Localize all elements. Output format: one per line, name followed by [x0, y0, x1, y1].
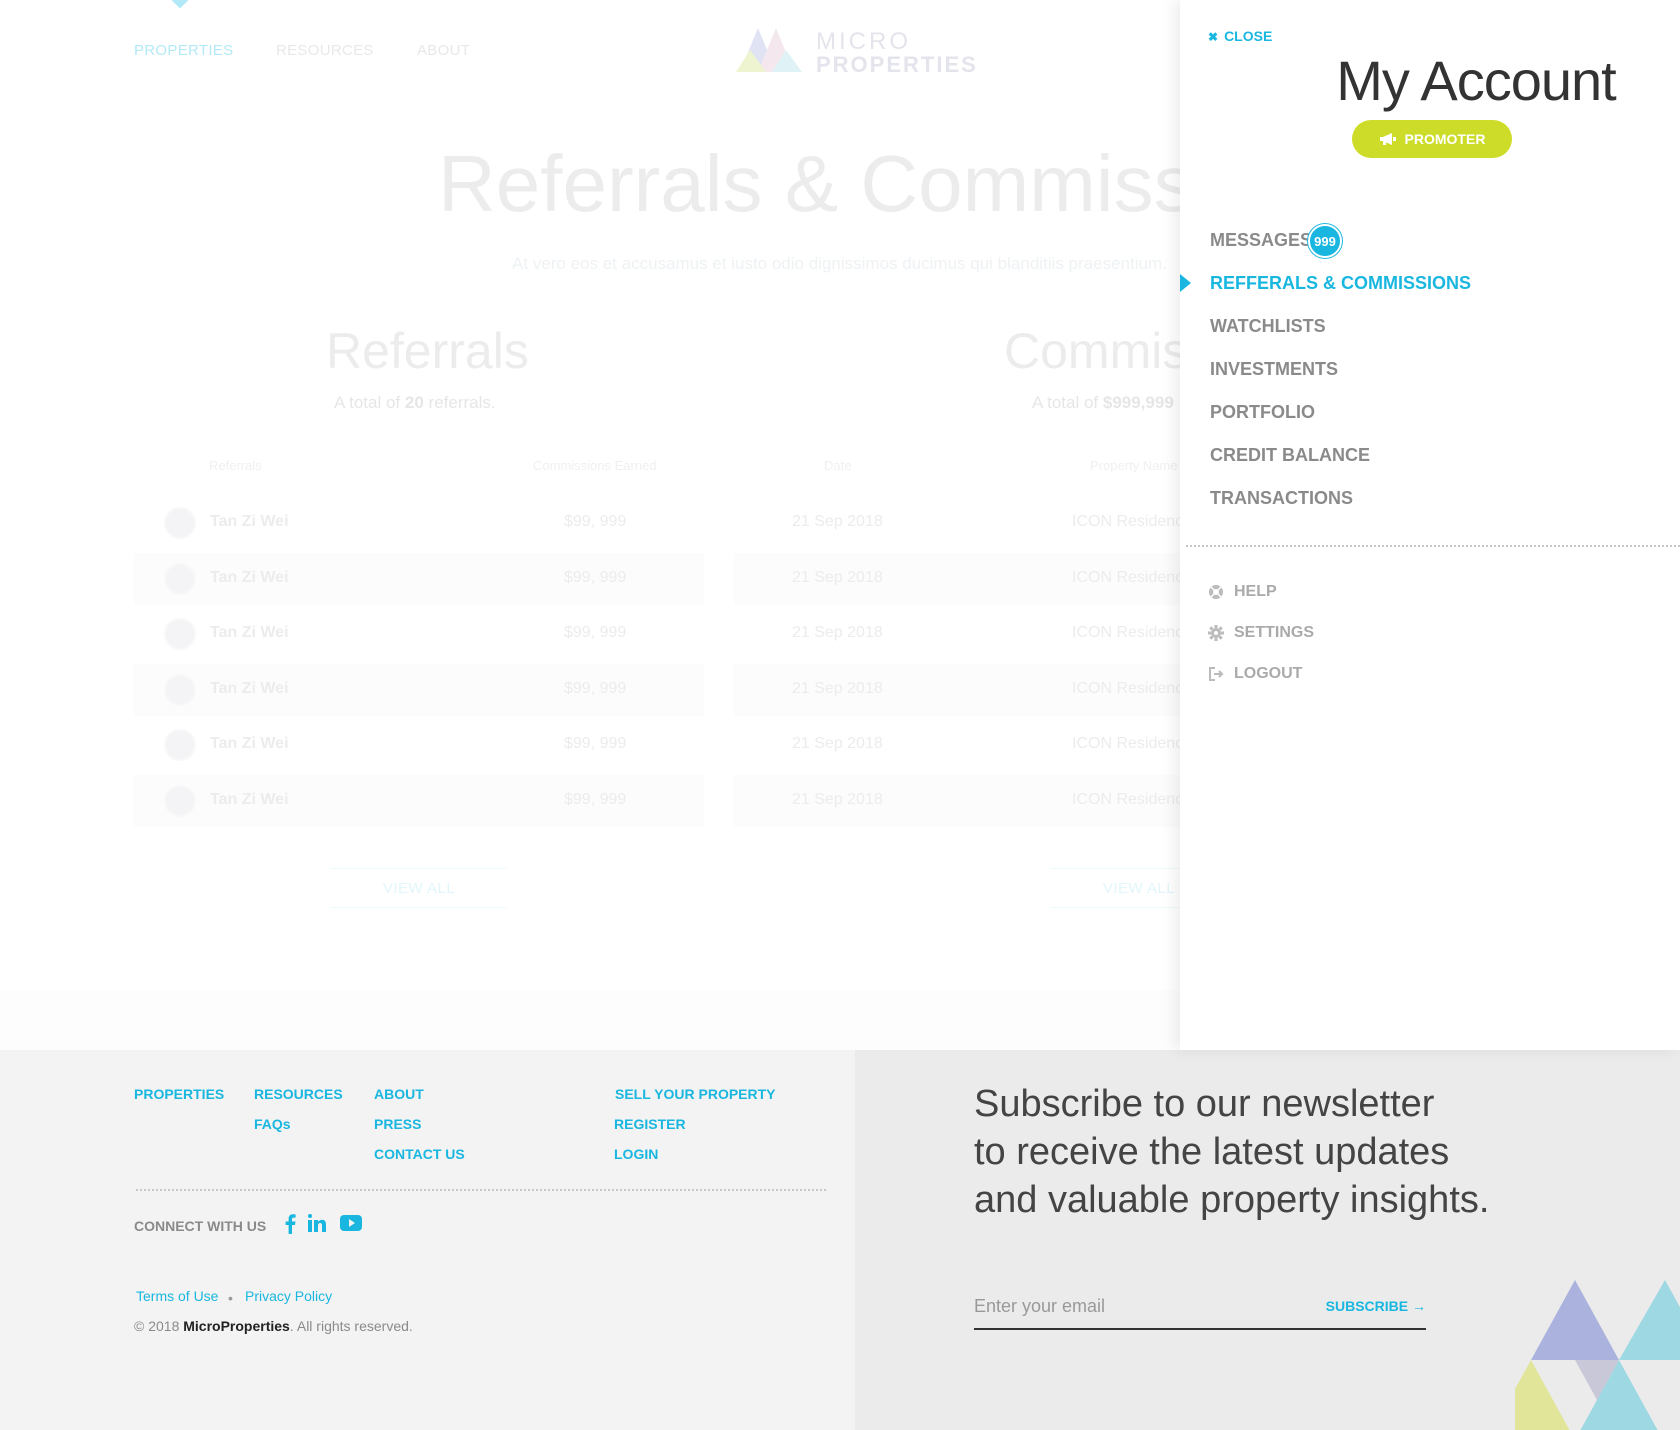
referral-row: Tan Zi Wei $99, 999 — [134, 497, 704, 549]
facebook-icon[interactable] — [284, 1214, 296, 1240]
promoter-badge[interactable]: PROMOTER — [1352, 120, 1512, 158]
nav-properties[interactable]: PROPERTIES — [134, 42, 233, 59]
megaphone-icon — [1379, 133, 1396, 145]
menu-watchlists[interactable]: WATCHLISTS — [1210, 316, 1326, 337]
referral-name: Tan Zi Wei — [210, 513, 289, 530]
col-property-name: Property Name — [1090, 458, 1178, 473]
commission-earned: $99, 999 — [564, 735, 627, 752]
logo[interactable]: MICRO PROPERTIES — [736, 26, 976, 77]
footer-link-login[interactable]: LOGIN — [614, 1146, 658, 1162]
referral-row: Tan Zi Wei $99, 999 — [134, 552, 704, 605]
referral-name: Tan Zi Wei — [210, 568, 289, 586]
commission-earned: $99, 999 — [564, 624, 627, 641]
menu-investments[interactable]: INVESTMENTS — [1210, 359, 1338, 380]
active-indicator-icon — [1180, 274, 1191, 292]
referral-name: Tan Zi Wei — [210, 735, 289, 752]
footer-link-sell-property[interactable]: SELL YOUR PROPERTY — [615, 1086, 776, 1102]
commission-row: 21 Sep 2018 ICON Residences — [734, 608, 1200, 660]
help-icon — [1209, 585, 1223, 599]
commission-date: 21 Sep 2018 — [792, 790, 883, 808]
footer-link-register[interactable]: REGISTER — [614, 1116, 686, 1132]
logout-icon — [1209, 667, 1224, 681]
commission-earned: $99, 999 — [564, 679, 627, 697]
referrals-title: Referrals — [326, 323, 529, 379]
menu-credit-balance[interactable]: CREDIT BALANCE — [1210, 445, 1370, 466]
commission-row: 21 Sep 2018 ICON Residences — [734, 774, 1200, 827]
referral-row: Tan Zi Wei $99, 999 — [134, 663, 704, 716]
help-link[interactable]: HELP — [1208, 583, 1277, 601]
menu-messages[interactable]: MESSAGES — [1210, 230, 1312, 251]
linkedin-icon[interactable] — [308, 1214, 326, 1238]
commission-row: 21 Sep 2018 ICON Residences — [734, 663, 1200, 716]
footer-link-press[interactable]: PRESS — [374, 1116, 421, 1132]
referral-row: Tan Zi Wei $99, 999 — [134, 774, 704, 827]
logout-link[interactable]: LOGOUT — [1208, 665, 1302, 683]
avatar — [164, 507, 196, 539]
footer-divider — [136, 1189, 826, 1191]
footer-links-panel — [0, 1050, 855, 1430]
page-subtitle: At vero eos et accusamus et iusto odio d… — [512, 254, 1167, 273]
newsletter-heading: Subscribe to our newsletter to receive t… — [974, 1083, 1490, 1221]
gear-icon — [1208, 625, 1224, 641]
commission-date: 21 Sep 2018 — [792, 624, 883, 641]
commission-date: 21 Sep 2018 — [792, 735, 883, 752]
referrals-summary: A total of 20 referrals. — [334, 393, 496, 412]
commission-earned: $99, 999 — [564, 513, 627, 530]
subscribe-button[interactable]: SUBSCRIBE → — [1326, 1298, 1426, 1314]
commission-earned: $99, 999 — [564, 790, 627, 808]
messages-count-badge: 999 — [1308, 224, 1342, 258]
footer-link-about[interactable]: ABOUT — [374, 1086, 424, 1102]
footer-link-resources[interactable]: RESOURCES — [254, 1086, 343, 1102]
decorative-triangles-icon — [1515, 1280, 1680, 1430]
col-commissions-earned: Commissions Earned — [533, 458, 657, 473]
menu-portfolio[interactable]: PORTFOLIO — [1210, 402, 1315, 423]
avatar — [164, 673, 196, 706]
referral-row: Tan Zi Wei $99, 999 — [134, 719, 704, 771]
referral-name: Tan Zi Wei — [210, 624, 289, 641]
legal-separator: • — [228, 1290, 233, 1306]
drawer-divider — [1186, 545, 1680, 547]
nav-indicator — [171, 0, 189, 9]
logo-text-properties: PROPERTIES — [816, 52, 978, 77]
footer-link-faqs[interactable]: FAQs — [254, 1116, 291, 1132]
commission-row: 21 Sep 2018 ICON Residences — [734, 719, 1200, 771]
nav-about[interactable]: ABOUT — [417, 42, 470, 59]
footer-link-contact[interactable]: CONTACT US — [374, 1146, 465, 1162]
commission-row: 21 Sep 2018 ICON Residences — [734, 497, 1200, 549]
connect-label: CONNECT WITH US — [134, 1218, 267, 1234]
commission-date: 21 Sep 2018 — [792, 568, 883, 586]
drawer-title: My Account — [1336, 49, 1616, 112]
avatar — [164, 729, 196, 761]
referral-name: Tan Zi Wei — [210, 790, 289, 808]
close-icon: ✖ — [1208, 30, 1219, 44]
avatar — [164, 618, 196, 650]
commissions-summary: A total of $999,999 — [1032, 393, 1174, 412]
referrals-view-all-button[interactable]: VIEW ALL — [314, 868, 524, 908]
newsletter-form: SUBSCRIBE → — [974, 1286, 1426, 1330]
commission-row: 21 Sep 2018 ICON Residences — [734, 552, 1200, 605]
settings-link[interactable]: SETTINGS — [1208, 624, 1314, 642]
avatar — [164, 784, 196, 817]
commission-earned: $99, 999 — [564, 568, 627, 586]
menu-referrals-commissions[interactable]: REFFERALS & COMMISSIONS — [1210, 273, 1471, 294]
avatar — [164, 562, 196, 595]
nav-resources[interactable]: RESOURCES — [276, 42, 374, 59]
menu-transactions[interactable]: TRANSACTIONS — [1210, 488, 1353, 509]
privacy-link[interactable]: Privacy Policy — [245, 1288, 332, 1304]
commission-date: 21 Sep 2018 — [792, 513, 883, 530]
email-input[interactable] — [974, 1286, 1314, 1326]
youtube-icon[interactable] — [340, 1214, 362, 1237]
referral-row: Tan Zi Wei $99, 999 — [134, 608, 704, 660]
commission-date: 21 Sep 2018 — [792, 679, 883, 697]
footer-link-properties[interactable]: PROPERTIES — [134, 1086, 224, 1102]
terms-link[interactable]: Terms of Use — [136, 1288, 218, 1304]
close-button[interactable]: ✖ CLOSE — [1208, 28, 1272, 44]
col-date: Date — [824, 458, 852, 473]
account-drawer: ✖ CLOSE My Account PROMOTER MESSAGES 999 … — [1180, 0, 1680, 1050]
copyright: © 2018 MicroProperties. All rights reser… — [134, 1318, 413, 1334]
logo-mark-icon — [736, 28, 802, 72]
referral-name: Tan Zi Wei — [210, 679, 289, 697]
col-referrals: Referrals — [209, 458, 262, 473]
